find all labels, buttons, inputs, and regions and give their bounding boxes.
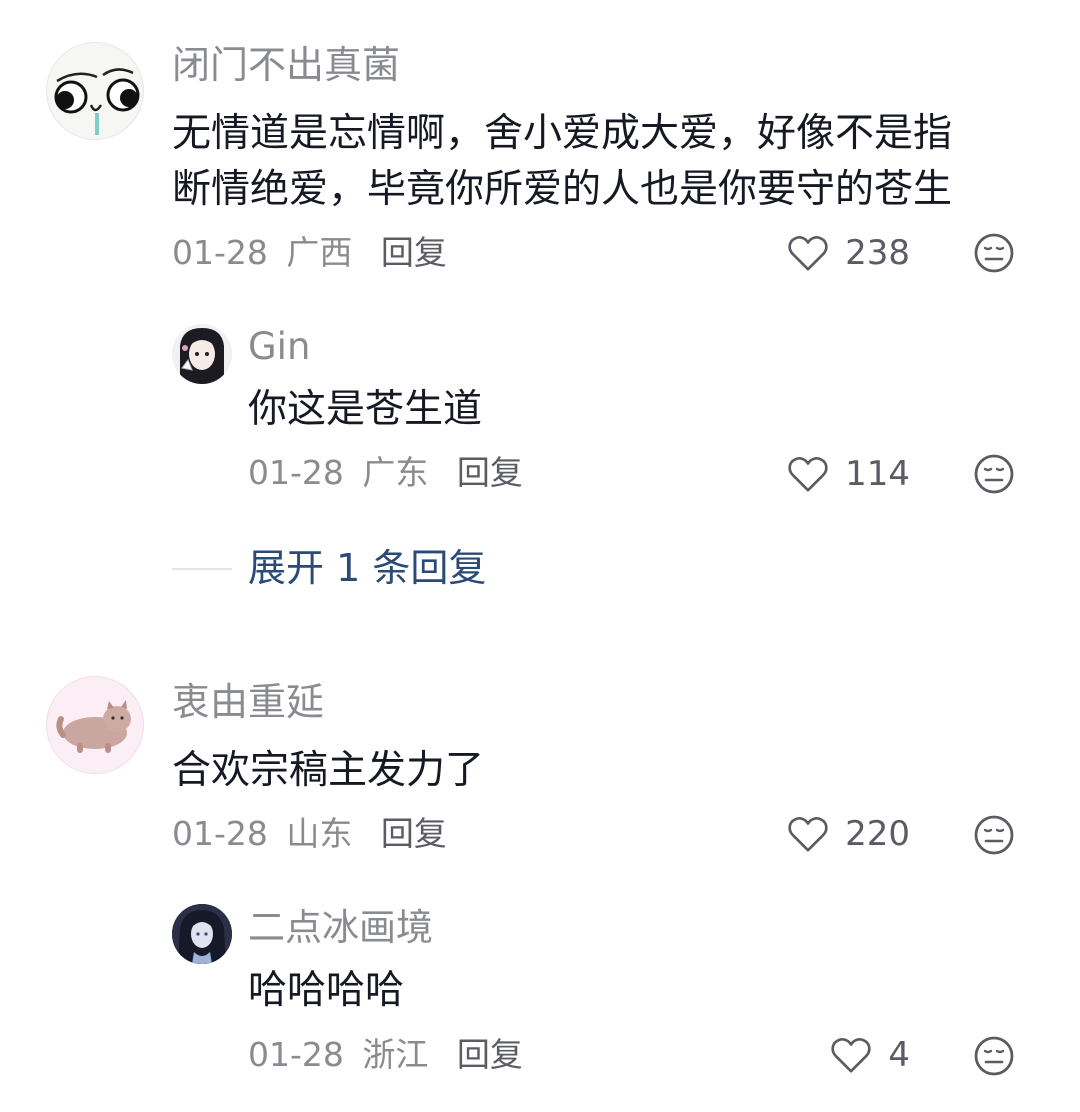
heart-outline-icon: [831, 1038, 871, 1073]
anime-girl-avatar-icon: [172, 324, 232, 384]
like-count: 220: [845, 814, 910, 854]
comment-date: 01-28: [172, 814, 268, 853]
meh-face-icon: [974, 815, 1014, 855]
comment-meta: 01-28 广西 回复: [172, 233, 447, 273]
like-button[interactable]: 238: [780, 231, 910, 275]
dislike-button[interactable]: [973, 814, 1015, 856]
avatar[interactable]: [46, 42, 144, 140]
meh-face-icon: [974, 233, 1014, 273]
comment-meta: 01-28 山东 回复: [172, 814, 447, 854]
avatar[interactable]: [46, 676, 144, 774]
like-button[interactable]: 220: [780, 812, 910, 856]
reply-author[interactable]: 二点冰画境: [248, 905, 433, 951]
reply-author[interactable]: Gin: [248, 324, 310, 370]
cartoon-face-avatar-icon: [47, 43, 143, 139]
like-button[interactable]: 4: [780, 1033, 910, 1077]
heart-outline-icon: [788, 817, 828, 852]
like-button[interactable]: 114: [780, 452, 910, 496]
reply-meta: 01-28 浙江 回复: [248, 1035, 523, 1075]
comment-date: 01-28: [172, 233, 268, 272]
comment-author[interactable]: 衷由重延: [172, 679, 324, 725]
dislike-button[interactable]: [973, 232, 1015, 274]
expand-divider: [172, 568, 232, 570]
reply-date: 01-28: [248, 1035, 344, 1074]
reply-button[interactable]: 回复: [457, 453, 523, 492]
reply-location: 广东: [362, 453, 429, 492]
comment-text-line-2: 断情绝爱，毕竟你所爱的人也是你要守的苍生: [172, 167, 953, 212]
reply-button[interactable]: 回复: [457, 1035, 523, 1074]
comment-location: 山东: [286, 814, 353, 853]
avatar[interactable]: [172, 324, 232, 384]
reply-button[interactable]: 回复: [381, 814, 447, 853]
reply-meta: 01-28 广东 回复: [248, 453, 523, 493]
reply-date: 01-28: [248, 453, 344, 492]
like-count: 238: [845, 233, 910, 273]
reply-button[interactable]: 回复: [381, 233, 447, 272]
dislike-button[interactable]: [973, 453, 1015, 495]
reply-text: 你这是苍生道: [248, 387, 483, 432]
reply-text: 哈哈哈哈: [248, 968, 405, 1013]
heart-outline-icon: [788, 457, 828, 492]
like-count: 114: [845, 454, 910, 494]
meh-face-icon: [974, 454, 1014, 494]
comment-text-line-1: 无情道是忘情啊，舍小爱成大爱，好像不是指: [172, 111, 953, 156]
expand-replies-link[interactable]: 展开 1 条回复: [248, 545, 486, 591]
dark-hair-girl-avatar-icon: [172, 904, 232, 964]
cat-avatar-icon: [47, 677, 143, 773]
reply-location: 浙江: [362, 1035, 429, 1074]
like-count: 4: [888, 1035, 910, 1075]
avatar[interactable]: [172, 904, 232, 964]
comment-author[interactable]: 闭门不出真菌: [172, 42, 400, 88]
meh-face-icon: [974, 1036, 1014, 1076]
heart-outline-icon: [788, 236, 828, 271]
comment-text-line-1: 合欢宗稿主发力了: [172, 748, 485, 793]
comment-location: 广西: [286, 233, 353, 272]
dislike-button[interactable]: [973, 1035, 1015, 1077]
